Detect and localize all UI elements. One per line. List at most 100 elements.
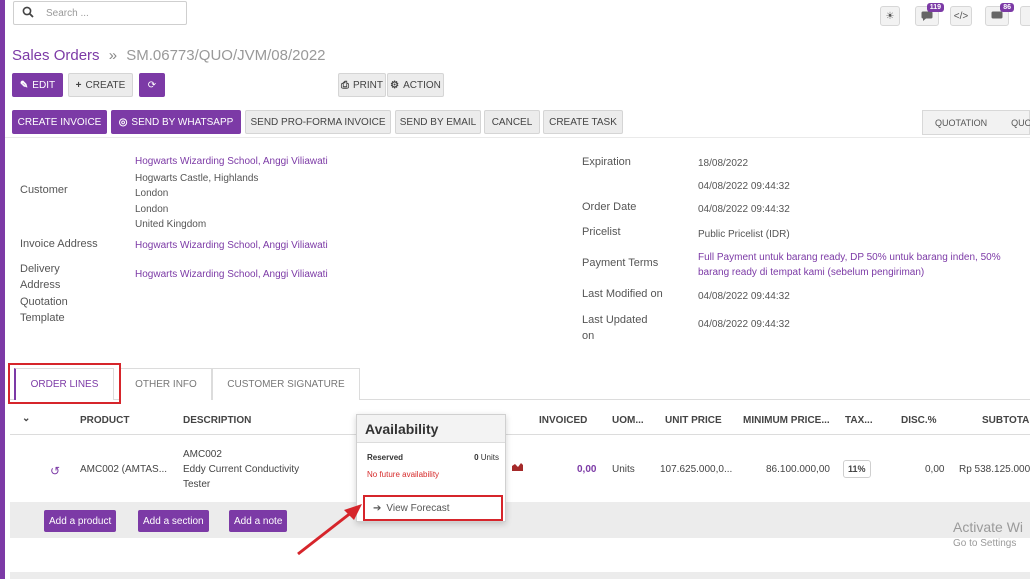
column-discount[interactable]: DISC.% (901, 415, 937, 426)
whatsapp-icon: ◎ (118, 116, 128, 128)
activity-bubble-icon (991, 11, 1003, 19)
row-description: AMC002 (183, 449, 222, 460)
customer-label: Customer (20, 184, 68, 196)
breadcrumb: Sales Orders » SM.06773/QUO/JVM/08/2022 (12, 47, 326, 64)
search-icon (22, 6, 34, 21)
column-product[interactable]: PRODUCT (80, 415, 129, 426)
breadcrumb-current: SM.06773/QUO/JVM/08/2022 (126, 47, 326, 64)
view-forecast-button[interactable]: ➔ View Forecast (363, 495, 503, 521)
stage-quotation[interactable]: QUOTATION (923, 118, 999, 128)
top-bar: Search ... ☀ 119 </> 86 (5, 0, 1030, 30)
chat-icon[interactable]: 119 (915, 3, 944, 26)
annotation-arrow-icon (297, 504, 362, 556)
reserved-row: Reserved 0 Units (367, 453, 499, 462)
code-icon-glyph: </> (953, 10, 969, 22)
availability-popover: Availability Reserved 0 Units No future … (356, 414, 506, 522)
last-updated-label: Last Updated (582, 314, 648, 326)
left-accent-bar (0, 0, 5, 579)
refresh-icon: ⟳ (147, 79, 157, 91)
pricelist-value: Public Pricelist (IDR) (698, 229, 790, 240)
stage-quotation-sent[interactable]: QUOT (999, 118, 1030, 128)
customer-address-line: United Kingdom (135, 219, 207, 230)
customer-address-line: Hogwarts Castle, Highlands (135, 173, 259, 184)
activity-icon[interactable]: 86 (985, 3, 1014, 26)
create-task-button[interactable]: CREATE TASK (543, 110, 623, 134)
footer-bar (10, 572, 1030, 579)
delivery-address-link[interactable]: Hogwarts Wizarding School, Anggi Viliawa… (135, 269, 328, 280)
last-modified-value: 04/08/2022 09:44:32 (698, 291, 790, 302)
cancel-button[interactable]: CANCEL (484, 110, 540, 134)
row-unit-price: 107.625.000,0... (660, 464, 733, 475)
add-section-button[interactable]: Add a section (138, 510, 209, 532)
edit-label: EDIT (32, 79, 56, 91)
edit-button[interactable]: ✎ EDIT (12, 73, 63, 97)
column-minimum-price[interactable]: MINIMUM PRICE... (743, 415, 830, 426)
create-invoice-button[interactable]: CREATE INVOICE (12, 110, 107, 134)
create-button[interactable]: + CREATE (68, 73, 133, 97)
tab-other-info[interactable]: OTHER INFO (120, 368, 212, 400)
activation-watermark: Activate Wi (953, 519, 1024, 535)
forecast-chart-icon[interactable] (512, 462, 523, 474)
row-product: AMC002 (AMTAS... (80, 464, 168, 475)
reserved-label: Reserved (367, 453, 404, 462)
row-subtotal: Rp 538.125.000 (959, 464, 1030, 475)
view-forecast-label: View Forecast (386, 502, 450, 514)
add-product-button[interactable]: Add a product (44, 510, 117, 532)
delivery-address-label: Delivery (20, 263, 60, 275)
tab-customer-signature[interactable]: CUSTOMER SIGNATURE (212, 368, 360, 400)
column-description[interactable]: DESCRIPTION (183, 415, 251, 426)
payment-terms-link[interactable]: Full Payment untuk barang ready, DP 50% … (698, 252, 1001, 263)
add-line-bar: Add a product Add a section Add a note (10, 502, 1030, 538)
notebook-tabs: ORDER LINES OTHER INFO CUSTOMER SIGNATUR… (10, 368, 1030, 400)
code-icon[interactable]: </> (950, 6, 972, 26)
popover-title: Availability (357, 415, 505, 443)
activation-watermark-sub: Go to Settings (953, 538, 1017, 549)
chevron-down-icon[interactable]: ⌄ (22, 413, 30, 424)
arrow-right-icon: ➔ (373, 502, 382, 514)
add-note-button[interactable]: Add a note (229, 510, 288, 532)
action-label: ACTION (403, 79, 441, 91)
breadcrumb-parent[interactable]: Sales Orders (12, 47, 100, 64)
refresh-button[interactable]: ⟳ (139, 73, 165, 97)
history-icon[interactable]: ↺ (50, 464, 60, 478)
row-minimum-price: 86.100.000,00 (766, 464, 830, 475)
column-uom[interactable]: UOM... (612, 415, 644, 426)
customer-address-line: London (135, 204, 169, 215)
send-email-button[interactable]: SEND BY EMAIL (395, 110, 481, 134)
search-box[interactable]: Search ... (13, 1, 187, 25)
delivery-address-label: Address (20, 279, 61, 291)
last-modified-label: Last Modified on (582, 288, 663, 300)
action-button[interactable]: ⚙ ACTION (387, 73, 444, 97)
column-tax[interactable]: TAX... (845, 415, 873, 426)
search-input[interactable]: Search ... (46, 8, 89, 19)
chat-badge: 119 (926, 3, 944, 12)
expiration-value: 04/08/2022 09:44:32 (698, 181, 790, 192)
highlight-box-order-lines (8, 363, 121, 404)
row-description: Tester (183, 479, 211, 490)
customer-name-link[interactable]: Hogwarts Wizarding School, Anggi Viliawa… (135, 156, 328, 167)
invoice-address-link[interactable]: Hogwarts Wizarding School, Anggi Viliawa… (135, 240, 328, 251)
table-row[interactable]: ↺ AMC002 (AMTAS... AMC002 Eddy Current C… (10, 436, 1030, 502)
bug-icon[interactable]: ☀ (880, 6, 900, 26)
customer-address-line: London (135, 188, 169, 199)
plus-icon: + (75, 79, 82, 91)
column-subtotal[interactable]: SUBTOTAL (982, 415, 1030, 426)
reserved-unit: Units (480, 453, 499, 462)
send-whatsapp-button[interactable]: ◎ SEND BY WHATSAPP (111, 110, 241, 134)
send-proforma-button[interactable]: SEND PRO-FORMA INVOICE (245, 110, 391, 134)
reserved-value-wrap: 0 Units (474, 453, 499, 462)
status-bar: QUOTATION QUOT (922, 110, 1030, 135)
breadcrumb-separator: » (108, 47, 118, 64)
column-invoiced[interactable]: INVOICED (539, 415, 587, 426)
order-lines-header: ⌄ PRODUCT DESCRIPTION INVOICED UOM... UN… (10, 405, 1030, 435)
gear-icon: ⚙ (390, 79, 400, 91)
column-unit-price[interactable]: UNIT PRICE (665, 415, 722, 426)
print-button[interactable]: ⎙ PRINT (338, 73, 386, 97)
reserved-value: 0 (474, 453, 479, 462)
send-whatsapp-label: SEND BY WHATSAPP (131, 116, 234, 128)
last-updated-value: 04/08/2022 09:44:32 (698, 319, 790, 330)
invoice-address-label: Invoice Address (20, 238, 98, 250)
row-discount: 0,00 (925, 464, 945, 475)
user-icon[interactable] (1020, 6, 1030, 26)
payment-terms-link[interactable]: barang ready di tempat kami (sebelum pen… (698, 267, 924, 278)
